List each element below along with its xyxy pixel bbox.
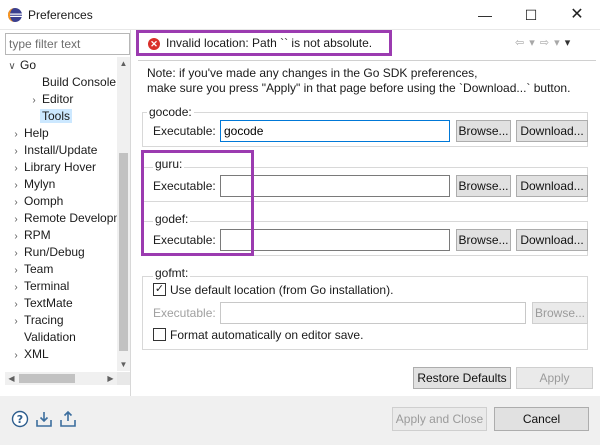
gocode-browse-button[interactable]: Browse... <box>456 120 511 142</box>
tree-item-mylyn[interactable]: › Mylyn <box>10 176 57 193</box>
tree-item-team[interactable]: › Team <box>10 261 55 278</box>
guru-browse-button[interactable]: Browse... <box>456 175 511 197</box>
gofmt-label: gofmt: <box>153 266 191 280</box>
scroll-right-icon[interactable]: ▶ <box>104 372 117 385</box>
scroll-up-icon[interactable]: ▲ <box>117 57 130 70</box>
tree-item-oomph[interactable]: › Oomph <box>10 193 65 210</box>
apply-and-close-button: Apply and Close <box>392 407 487 431</box>
error-message-banner: ✕ Invalid location: Path `` is not absol… <box>136 30 392 56</box>
tree-item-remote-development[interactable]: ›Remote Development <box>10 210 118 227</box>
view-menu-icon[interactable]: ▾ <box>565 37 572 49</box>
close-button[interactable]: ✕ <box>554 0 600 30</box>
chevron-right-icon[interactable]: › <box>10 296 22 313</box>
godef-download-button[interactable]: Download... <box>516 229 588 251</box>
tree-horizontal-scrollbar[interactable]: ◀ ▶ <box>5 372 117 385</box>
godef-browse-button[interactable]: Browse... <box>456 229 511 251</box>
scroll-left-icon[interactable]: ◀ <box>5 372 18 385</box>
format-on-save-checkbox[interactable] <box>153 328 166 341</box>
guru-download-button[interactable]: Download... <box>516 175 588 197</box>
help-icon[interactable]: ? <box>11 410 29 428</box>
chevron-right-icon[interactable]: › <box>10 279 22 296</box>
chevron-right-icon[interactable]: › <box>10 160 22 177</box>
scroll-thumb[interactable] <box>119 153 128 351</box>
tree-vertical-scrollbar[interactable]: ▲ ▼ <box>117 57 130 371</box>
forward-arrow-icon[interactable]: ⇨ <box>540 37 550 49</box>
minimize-button[interactable]: — <box>462 0 508 30</box>
gofmt-executable-input <box>220 302 526 324</box>
godef-executable-input[interactable] <box>220 229 450 251</box>
tree-item-tracing[interactable]: › Tracing <box>10 312 66 329</box>
back-menu-icon[interactable]: ▾ <box>529 37 536 49</box>
tree-item-help[interactable]: › Help <box>10 125 51 142</box>
apply-button: Apply <box>516 367 593 389</box>
back-arrow-icon[interactable]: ⇦ <box>515 37 525 49</box>
gocode-download-button[interactable]: Download... <box>516 120 588 142</box>
window-title: Preferences <box>28 8 93 22</box>
header-divider <box>138 60 596 61</box>
scroll-thumb[interactable] <box>19 374 75 383</box>
format-on-save-label[interactable]: Format automatically on editor save. <box>170 328 363 342</box>
tree-item-xml[interactable]: › XML <box>10 346 51 363</box>
gofmt-executable-label: Executable: <box>153 306 216 320</box>
page-navigation: ⇦ ▾ ⇨ ▾ ▾ <box>515 36 571 49</box>
preferences-tree-panel: ∨Go Build Console ›Editor Tools ›Help ›I… <box>0 30 131 396</box>
chevron-right-icon[interactable]: › <box>10 245 22 262</box>
chevron-right-icon[interactable]: › <box>10 126 22 143</box>
preferences-page: ✕ Invalid location: Path `` is not absol… <box>133 30 600 396</box>
chevron-right-icon[interactable]: › <box>10 211 22 228</box>
tree-item-tools[interactable]: Tools <box>28 108 73 125</box>
use-default-location-checkbox[interactable]: ✓ <box>153 283 166 296</box>
tree-item-terminal[interactable]: › Terminal <box>10 278 71 295</box>
tree-item-install-update[interactable]: › Install/Update <box>10 142 99 159</box>
guru-executable-input[interactable] <box>220 175 450 197</box>
use-default-location-label[interactable]: Use default location (from Go installati… <box>170 283 393 297</box>
scrollbar-corner <box>117 372 130 385</box>
chevron-right-icon[interactable]: › <box>10 313 22 330</box>
preferences-tree: ∨ Go Build Console › Editor Tools › Help › I… <box>0 57 118 371</box>
chevron-right-icon[interactable]: › <box>10 347 22 364</box>
error-message: Invalid location: Path `` is not absolut… <box>166 36 373 50</box>
note-text: Note: if you've made any changes in the … <box>147 66 571 95</box>
annotation-highlight-box <box>141 150 254 256</box>
scroll-down-icon[interactable]: ▼ <box>117 358 130 371</box>
forward-menu-icon[interactable]: ▾ <box>554 37 561 49</box>
error-icon: ✕ <box>148 38 160 50</box>
chevron-right-icon[interactable]: › <box>10 262 22 279</box>
tree-item-validation[interactable]: Validation <box>10 329 78 346</box>
svg-text:?: ? <box>17 413 23 426</box>
tree-item-run-debug[interactable]: › Run/Debug <box>10 244 87 261</box>
import-icon[interactable] <box>35 410 53 428</box>
tree-item-rpm[interactable]: › RPM <box>10 227 53 244</box>
chevron-right-icon[interactable]: › <box>28 92 40 109</box>
tree-item-library-hover[interactable]: › Library Hover <box>10 159 98 176</box>
gocode-executable-label: Executable: <box>153 124 216 138</box>
cancel-button[interactable]: Cancel <box>494 407 589 431</box>
chevron-right-icon[interactable]: › <box>10 143 22 160</box>
chevron-right-icon[interactable]: › <box>10 194 22 211</box>
chevron-down-icon[interactable]: ∨ <box>6 58 18 75</box>
gofmt-browse-button: Browse... <box>532 302 588 324</box>
chevron-right-icon[interactable]: › <box>10 177 22 194</box>
eclipse-app-icon <box>8 8 22 22</box>
restore-defaults-button[interactable]: Restore Defaults <box>413 367 511 389</box>
dialog-button-bar: ? Apply and Close Cancel <box>0 396 600 445</box>
gocode-label: gocode: <box>147 105 194 119</box>
tree-item-editor[interactable]: › Editor <box>28 91 75 108</box>
maximize-button[interactable]: ☐ <box>508 0 554 30</box>
gocode-executable-input[interactable] <box>220 120 450 142</box>
export-icon[interactable] <box>59 410 77 428</box>
title-bar: Preferences — ☐ ✕ <box>0 0 600 30</box>
tree-item-textmate[interactable]: › TextMate <box>10 295 75 312</box>
chevron-right-icon[interactable]: › <box>10 228 22 245</box>
tree-item-go[interactable]: ∨ Go <box>6 57 38 74</box>
tree-item-build-console[interactable]: Build Console <box>28 74 118 91</box>
filter-input[interactable] <box>5 33 130 55</box>
